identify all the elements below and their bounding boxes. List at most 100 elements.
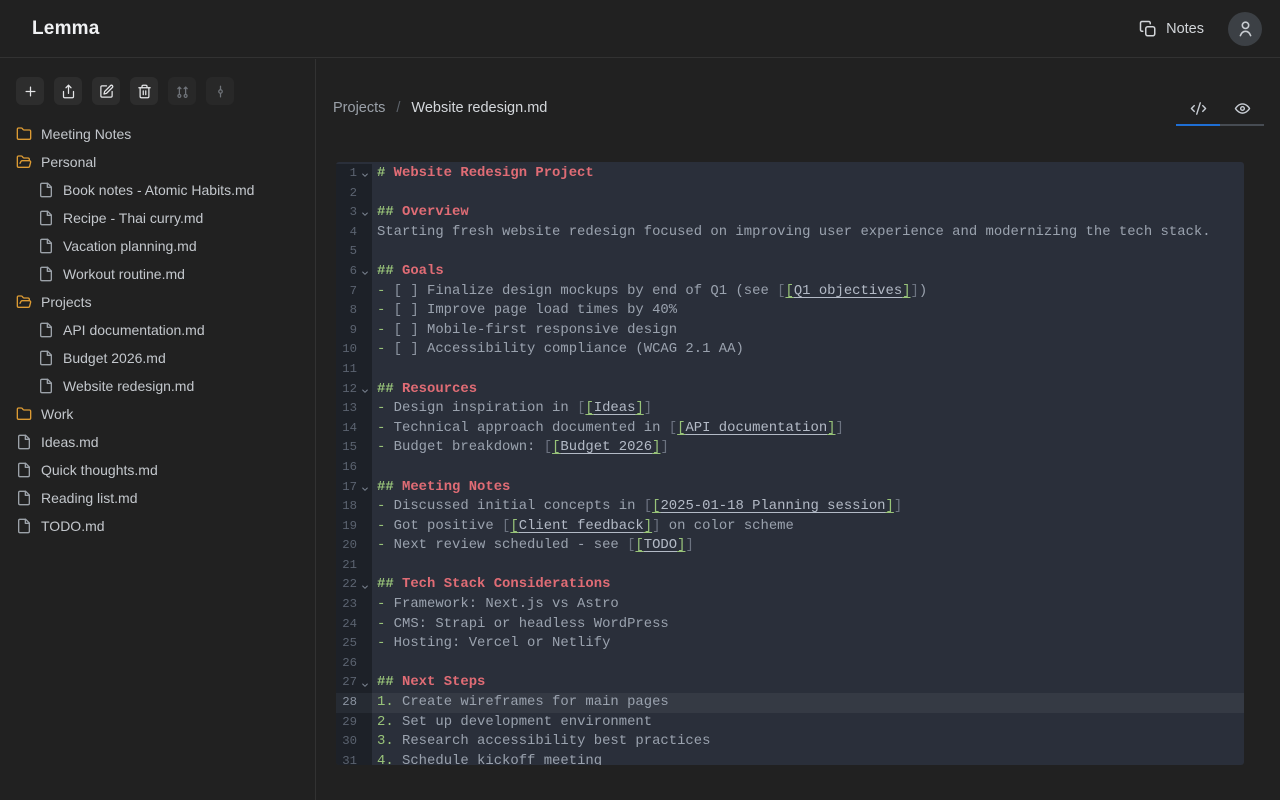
new-note-button[interactable] bbox=[16, 77, 44, 105]
wiki-link[interactable]: Budget 2026 bbox=[560, 439, 652, 455]
sidebar-item-workout-routine-md[interactable]: Workout routine.md bbox=[0, 260, 315, 288]
edit-note-button[interactable] bbox=[92, 77, 120, 105]
code-line-content[interactable]: - Technical approach documented in [[API… bbox=[372, 419, 1244, 439]
sidebar-item-budget-2026-md[interactable]: Budget 2026.md bbox=[0, 344, 315, 372]
code-line-content[interactable]: - [ ] Finalize design mockups by end of … bbox=[372, 282, 1244, 302]
fold-chevron-down-icon[interactable] bbox=[357, 207, 372, 218]
sidebar-item-personal[interactable]: Personal bbox=[0, 148, 315, 176]
code-line-content[interactable]: - Next review scheduled - see [[TODO]] bbox=[372, 536, 1244, 556]
sidebar-item-book-notes-atomic-habits-md[interactable]: Book notes - Atomic Habits.md bbox=[0, 176, 315, 204]
tab-preview[interactable] bbox=[1220, 95, 1264, 121]
editor-line[interactable]: 303. Research accessibility best practic… bbox=[336, 732, 1244, 752]
editor-line[interactable]: 1# Website Redesign Project bbox=[336, 164, 1244, 184]
delete-note-button[interactable] bbox=[130, 77, 158, 105]
code-line-content[interactable] bbox=[372, 360, 1244, 380]
code-line-content[interactable] bbox=[372, 654, 1244, 674]
editor-line[interactable]: 11 bbox=[336, 360, 1244, 380]
sidebar-item-reading-list-md[interactable]: Reading list.md bbox=[0, 484, 315, 512]
code-line-content[interactable] bbox=[372, 556, 1244, 576]
code-line-content[interactable]: - Budget breakdown: [[Budget 2026]] bbox=[372, 438, 1244, 458]
sidebar-item-quick-thoughts-md[interactable]: Quick thoughts.md bbox=[0, 456, 315, 484]
editor-line[interactable]: 6## Goals bbox=[336, 262, 1244, 282]
upload-button[interactable] bbox=[54, 77, 82, 105]
code-line-content[interactable]: 1. Create wireframes for main pages bbox=[372, 693, 1244, 713]
markdown-editor[interactable]: 1# Website Redesign Project23## Overview… bbox=[336, 162, 1244, 765]
code-line-content[interactable]: - Hosting: Vercel or Netlify bbox=[372, 634, 1244, 654]
fold-chevron-down-icon[interactable] bbox=[357, 580, 372, 591]
editor-line[interactable]: 21 bbox=[336, 556, 1244, 576]
sidebar-item-todo-md[interactable]: TODO.md bbox=[0, 512, 315, 540]
code-line-content[interactable]: ## Meeting Notes bbox=[372, 478, 1244, 498]
sidebar-item-api-documentation-md[interactable]: API documentation.md bbox=[0, 316, 315, 344]
editor-line[interactable]: 13- Design inspiration in [[Ideas]] bbox=[336, 399, 1244, 419]
editor-line[interactable]: 17## Meeting Notes bbox=[336, 478, 1244, 498]
sidebar-item-recipe-thai-curry-md[interactable]: Recipe - Thai curry.md bbox=[0, 204, 315, 232]
sidebar-item-work[interactable]: Work bbox=[0, 400, 315, 428]
editor-line[interactable]: 25- Hosting: Vercel or Netlify bbox=[336, 634, 1244, 654]
code-line-content[interactable]: - [ ] Improve page load times by 40% bbox=[372, 301, 1244, 321]
editor-line[interactable]: 22## Tech Stack Considerations bbox=[336, 575, 1244, 595]
code-line-content[interactable]: - Design inspiration in [[Ideas]] bbox=[372, 399, 1244, 419]
code-line-content[interactable]: # Website Redesign Project bbox=[372, 164, 1244, 184]
editor-line[interactable]: 19- Got positive [[Client feedback]] on … bbox=[336, 517, 1244, 537]
avatar[interactable] bbox=[1228, 12, 1262, 46]
code-line-content[interactable]: - Framework: Next.js vs Astro bbox=[372, 595, 1244, 615]
notes-nav[interactable]: Notes bbox=[1139, 20, 1204, 38]
editor-line[interactable]: 314. Schedule kickoff meeting bbox=[336, 752, 1244, 765]
editor-line[interactable]: 27## Next Steps bbox=[336, 673, 1244, 693]
fold-chevron-down-icon[interactable] bbox=[357, 678, 372, 689]
code-line-content[interactable]: 4. Schedule kickoff meeting bbox=[372, 752, 1244, 765]
editor-line[interactable]: 20- Next review scheduled - see [[TODO]] bbox=[336, 536, 1244, 556]
editor-line[interactable]: 12## Resources bbox=[336, 380, 1244, 400]
wiki-link[interactable]: API documentation bbox=[685, 420, 827, 436]
fold-chevron-down-icon[interactable] bbox=[357, 384, 372, 395]
tab-code-view[interactable] bbox=[1176, 95, 1220, 121]
code-line-content[interactable]: 2. Set up development environment bbox=[372, 713, 1244, 733]
fold-chevron-down-icon[interactable] bbox=[357, 482, 372, 493]
editor-line[interactable]: 18- Discussed initial concepts in [[2025… bbox=[336, 497, 1244, 517]
editor-line[interactable]: 23- Framework: Next.js vs Astro bbox=[336, 595, 1244, 615]
editor-line[interactable]: 24- CMS: Strapi or headless WordPress bbox=[336, 615, 1244, 635]
code-line-content[interactable]: ## Goals bbox=[372, 262, 1244, 282]
fold-chevron-down-icon[interactable] bbox=[357, 266, 372, 277]
code-line-content[interactable]: ## Next Steps bbox=[372, 673, 1244, 693]
editor-line[interactable]: 4Starting fresh website redesign focused… bbox=[336, 223, 1244, 243]
fold-chevron-down-icon[interactable] bbox=[357, 168, 372, 179]
code-line-content[interactable]: - Got positive [[Client feedback]] on co… bbox=[372, 517, 1244, 537]
sidebar-item-vacation-planning-md[interactable]: Vacation planning.md bbox=[0, 232, 315, 260]
editor-line[interactable]: 8- [ ] Improve page load times by 40% bbox=[336, 301, 1244, 321]
code-line-content[interactable]: - CMS: Strapi or headless WordPress bbox=[372, 615, 1244, 635]
editor-line[interactable]: 26 bbox=[336, 654, 1244, 674]
breadcrumb-folder[interactable]: Projects bbox=[333, 100, 385, 116]
wiki-link[interactable]: Q1 objectives bbox=[794, 283, 902, 299]
code-line-content[interactable]: - Discussed initial concepts in [[2025-0… bbox=[372, 497, 1244, 517]
editor-line[interactable]: 14- Technical approach documented in [[A… bbox=[336, 419, 1244, 439]
sidebar-item-website-redesign-md[interactable]: Website redesign.md bbox=[0, 372, 315, 400]
wiki-link[interactable]: Ideas bbox=[594, 400, 636, 416]
editor-line[interactable]: 5 bbox=[336, 242, 1244, 262]
sidebar-item-meeting-notes[interactable]: Meeting Notes bbox=[0, 120, 315, 148]
editor-line[interactable]: 9- [ ] Mobile-first responsive design bbox=[336, 321, 1244, 341]
editor-line[interactable]: 292. Set up development environment bbox=[336, 713, 1244, 733]
sidebar-item-projects[interactable]: Projects bbox=[0, 288, 315, 316]
sidebar-item-ideas-md[interactable]: Ideas.md bbox=[0, 428, 315, 456]
editor-line[interactable]: 10- [ ] Accessibility compliance (WCAG 2… bbox=[336, 340, 1244, 360]
code-line-content[interactable]: ## Overview bbox=[372, 203, 1244, 223]
wiki-link[interactable]: TODO bbox=[644, 537, 677, 553]
code-line-content[interactable] bbox=[372, 242, 1244, 262]
code-line-content[interactable]: 3. Research accessibility best practices bbox=[372, 732, 1244, 752]
code-line-content[interactable]: ## Tech Stack Considerations bbox=[372, 575, 1244, 595]
code-line-content[interactable]: Starting fresh website redesign focused … bbox=[372, 223, 1244, 243]
editor-line[interactable]: 281. Create wireframes for main pages bbox=[336, 693, 1244, 713]
editor-line[interactable]: 16 bbox=[336, 458, 1244, 478]
editor-line[interactable]: 3## Overview bbox=[336, 203, 1244, 223]
code-line-content[interactable] bbox=[372, 184, 1244, 204]
wiki-link[interactable]: 2025-01-18 Planning session bbox=[660, 498, 885, 514]
code-line-content[interactable] bbox=[372, 458, 1244, 478]
editor-line[interactable]: 7- [ ] Finalize design mockups by end of… bbox=[336, 282, 1244, 302]
code-line-content[interactable]: - [ ] Accessibility compliance (WCAG 2.1… bbox=[372, 340, 1244, 360]
editor-line[interactable]: 2 bbox=[336, 184, 1244, 204]
editor-line[interactable]: 15- Budget breakdown: [[Budget 2026]] bbox=[336, 438, 1244, 458]
wiki-link[interactable]: Client feedback bbox=[519, 518, 644, 534]
code-line-content[interactable]: - [ ] Mobile-first responsive design bbox=[372, 321, 1244, 341]
